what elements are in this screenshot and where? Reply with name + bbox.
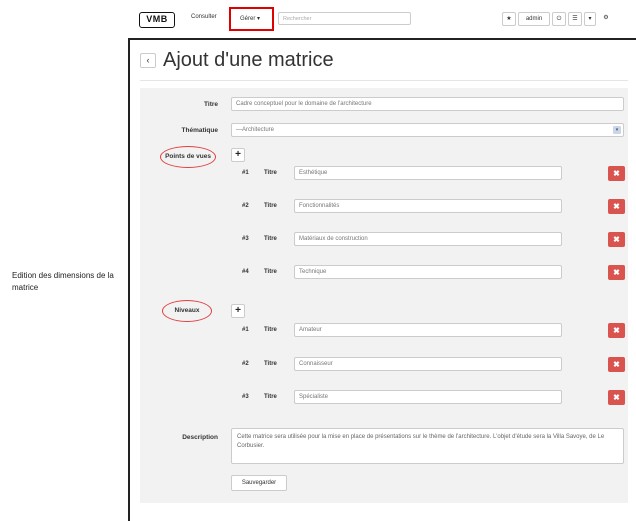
point-title-label: Titre [264,269,277,275]
top-navbar: VMB Consulter Gérer ▾ Rechercher ★ admin… [128,0,636,38]
niveau-title-label: Titre [264,327,277,333]
menu-icon[interactable]: ☰ [568,12,582,26]
point-num: #4 [242,269,249,275]
niveau-num: #3 [242,394,249,400]
niveau-title-input[interactable]: Connaisseur [294,357,562,371]
niveau-title-label: Titre [264,361,277,367]
niveau-title-input[interactable]: Spécialiste [294,390,562,404]
save-button[interactable]: Sauvegarder [231,475,287,491]
add-niveau-button[interactable]: + [231,304,245,318]
niveau-num: #2 [242,361,249,367]
nav-gerer-highlight[interactable]: Gérer ▾ [229,7,274,31]
add-point-de-vue-button[interactable]: + [231,148,245,162]
niveau-num: #1 [242,327,249,333]
back-button[interactable]: ‹ [140,53,156,68]
user-menu-button[interactable]: admin [518,12,550,26]
niveau-title-input[interactable]: Amateur [294,323,562,337]
points-de-vues-label: Points de vues [165,153,211,160]
delete-point-button[interactable]: ✖ [608,265,625,280]
search-input[interactable]: Rechercher [278,12,411,25]
delete-niveau-button[interactable]: ✖ [608,323,625,338]
nav-consulter[interactable]: Consulter [191,14,217,20]
annotation-text: Edition des dimensions de la matrice [12,271,114,292]
point-title-input[interactable]: Fonctionnalités [294,199,562,213]
point-num: #3 [242,236,249,242]
point-title-label: Titre [264,170,277,176]
gear-icon[interactable]: ⚙ [599,12,613,26]
thematique-select[interactable]: —Architecture ▾ [231,123,624,137]
title-divider [140,80,628,81]
point-num: #2 [242,203,249,209]
niveau-title-label: Titre [264,394,277,400]
star-icon[interactable]: ★ [502,12,516,26]
power-icon[interactable]: ⏻ [552,12,566,26]
titre-input[interactable]: Cadre conceptuel pour le domaine de l'ar… [231,97,624,111]
point-title-input[interactable]: Esthétique [294,166,562,180]
delete-niveau-button[interactable]: ✖ [608,390,625,405]
description-label: Description [182,434,218,441]
delete-point-button[interactable]: ✖ [608,199,625,214]
point-title-label: Titre [264,236,277,242]
description-textarea[interactable]: Cette matrice sera utilisée pour la mise… [231,428,624,464]
titre-label: Titre [204,101,218,108]
nav-gerer[interactable]: Gérer ▾ [240,15,260,22]
niveaux-label: Niveaux [174,307,200,314]
delete-niveau-button[interactable]: ✖ [608,357,625,372]
page-title: Ajout d'une matrice [163,49,334,71]
point-title-label: Titre [264,203,277,209]
app-logo[interactable]: VMB [139,12,175,28]
delete-point-button[interactable]: ✖ [608,232,625,247]
thematique-value: —Architecture [236,127,275,133]
delete-point-button[interactable]: ✖ [608,166,625,181]
thematique-label: Thématique [181,127,218,134]
chevron-down-icon[interactable]: ▾ [584,12,596,26]
select-arrow-icon[interactable]: ▾ [613,126,621,134]
point-num: #1 [242,170,249,176]
point-title-input[interactable]: Technique [294,265,562,279]
point-title-input[interactable]: Matériaux de construction [294,232,562,246]
